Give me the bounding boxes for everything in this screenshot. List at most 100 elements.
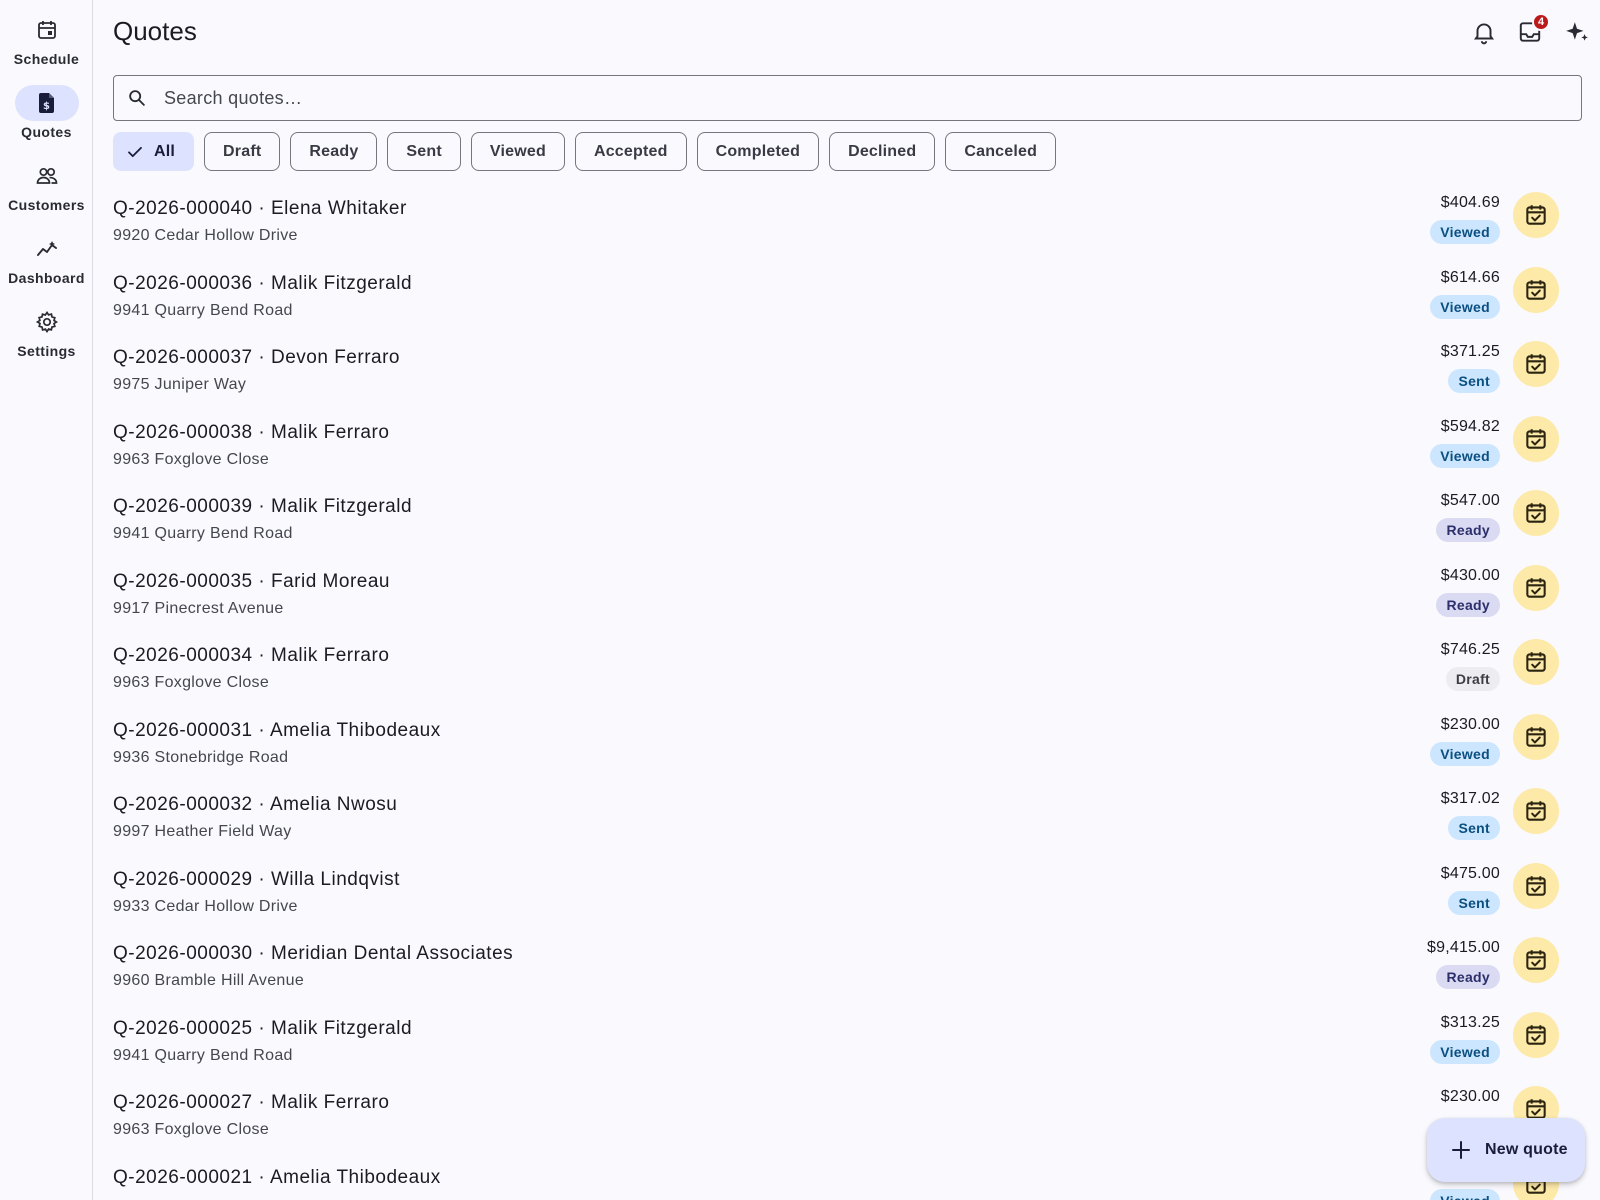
quote-amount: $230.00 [1440,715,1500,733]
calendar-check-icon [1526,950,1546,970]
quote-title: Q-2026-000040 · Elena Whitaker [113,198,407,219]
quote-row[interactable]: Q-2026-000027 · Malik Ferraro 9963 Foxglo… [113,1084,1573,1159]
nav-item-customers[interactable]: Customers [0,152,93,218]
quote-amount: $746.25 [1440,641,1500,658]
quote-row[interactable]: Q-2026-000034 · Malik Ferraro 9963 Foxglo… [113,637,1573,712]
quote-address: 9933 Cedar Hollow Drive [113,897,298,915]
schedule-quote-button[interactable] [1513,937,1559,983]
plus-icon [1452,1141,1470,1159]
calendar-check-icon [1526,428,1546,449]
quote-title: Q-2026-000034 · Malik Ferraro [113,645,390,666]
nav-item-settings[interactable]: Settings [0,298,93,364]
filter-chip-label: Sent [406,142,442,160]
nav-label-customers: Customers [8,197,85,213]
status-badge: Sent [1448,816,1500,840]
status-badge: Viewed [1430,294,1500,319]
filter-chip-all[interactable]: All [113,132,195,171]
quote-address: 9917 Pinecrest Avenue [113,599,284,617]
schedule-quote-button[interactable] [1513,490,1559,536]
quote-address: 9963 Foxglove Close [113,674,270,691]
calendar-check-icon [1526,875,1546,896]
schedule-quote-button[interactable] [1513,192,1559,238]
svg-text:$: $ [43,101,50,112]
status-badge: Viewed [1430,741,1500,766]
filter-chip-completed[interactable]: Completed [696,132,820,171]
filter-chip-canceled[interactable]: Canceled [945,132,1057,171]
search-input[interactable] [164,87,1544,109]
gear-icon [15,304,79,340]
nav-item-schedule[interactable]: Schedule [0,6,93,72]
calendar-check-icon [1526,801,1546,821]
filter-chip-ready[interactable]: Ready [290,132,378,171]
quote-amount: $594.82 [1440,417,1500,435]
quote-row[interactable]: Q-2026-000031 · Amelia Thibodeaux 9936 St… [113,712,1573,787]
status-badge: Sent [1448,890,1500,915]
status-badge: Ready [1436,518,1500,542]
nav-item-dashboard[interactable]: Dashboard [0,225,93,291]
quote-row[interactable]: Q-2026-000029 · Willa Lindqvist 9933 Ceda… [113,861,1573,936]
quote-amount: $475.00 [1440,864,1500,882]
schedule-quote-button[interactable] [1513,639,1559,685]
quote-row[interactable]: Q-2026-000035 · Farid Moreau 9917 Pinecre… [113,563,1573,638]
schedule-quote-button[interactable] [1513,1011,1559,1058]
quote-row[interactable]: Q-2026-000038 · Malik Ferraro 9963 Foxglo… [113,414,1573,489]
filter-chip-sent[interactable]: Sent [387,132,461,171]
nav-label-schedule: Schedule [13,51,80,67]
calendar-icon [15,12,79,48]
calendar-check-icon [1526,205,1546,225]
new-quote-button[interactable]: New quote [1427,1118,1585,1182]
quote-title: Q-2026-000035 · Farid Moreau [113,570,390,592]
status-badge: Viewed [1430,1188,1500,1200]
check-icon [128,146,142,157]
quote-amount: $9,415.00 [1427,939,1500,956]
quote-row[interactable]: Q-2026-000021 · Amelia Thibodeaux Viewed [113,1159,1573,1200]
nav-item-quotes[interactable]: $ Quotes [0,79,93,145]
quote-row[interactable]: Q-2026-000032 · Amelia Nwosu 9997 Heather… [113,786,1573,861]
bell-icon[interactable] [1468,16,1500,48]
quote-row[interactable]: Q-2026-000040 · Elena Whitaker 9920 Cedar… [113,190,1573,265]
quote-amount: $371.25 [1440,343,1500,360]
schedule-quote-button[interactable] [1513,341,1559,387]
schedule-quote-button[interactable] [1513,266,1559,313]
quote-title: Q-2026-000038 · Malik Ferraro [113,421,390,443]
quote-row[interactable]: Q-2026-000036 · Malik Fitzgerald 9941 Qua… [113,265,1573,340]
quote-address: 9936 Stonebridge Road [113,748,289,766]
quote-doc-icon: $ [14,85,79,121]
quote-amount: $547.00 [1440,492,1500,509]
filter-chip-draft[interactable]: Draft [204,132,281,171]
filter-chip-declined[interactable]: Declined [829,132,936,171]
schedule-quote-button[interactable] [1513,862,1559,909]
status-badge: Ready [1436,592,1500,617]
quote-row[interactable]: Q-2026-000039 · Malik Fitzgerald 9941 Qua… [113,488,1573,563]
quote-amount: $430.00 [1440,566,1500,584]
calendar-check-icon [1526,1024,1546,1045]
quote-row[interactable]: Q-2026-000030 · Meridian Dental Associat… [113,935,1573,1010]
quote-row[interactable]: Q-2026-000025 · Malik Fitzgerald 9941 Qua… [113,1010,1573,1085]
calendar-check-icon [1526,503,1546,523]
status-badge: Viewed [1430,443,1500,468]
filter-chip-label: Viewed [489,142,546,160]
quote-address: 9941 Quarry Bend Road [113,1046,293,1064]
calendar-check-icon [1526,577,1546,598]
quote-list: Q-2026-000040 · Elena Whitaker 9920 Cedar… [113,190,1573,1200]
quote-title: Q-2026-000029 · Willa Lindqvist [113,868,400,890]
quote-row[interactable]: Q-2026-000037 · Devon Ferraro 9975 Junipe… [113,339,1573,414]
schedule-quote-button[interactable] [1513,415,1559,462]
schedule-quote-button[interactable] [1513,788,1559,834]
people-icon [15,158,79,194]
filter-chip-viewed[interactable]: Viewed [470,132,565,171]
filter-chip-accepted[interactable]: Accepted [574,132,687,171]
calendar-check-icon [1526,354,1546,374]
quote-title: Q-2026-000037 · Devon Ferraro [113,347,400,368]
calendar-check-icon [1526,279,1546,300]
quote-title: Q-2026-000031 · Amelia Thibodeaux [113,719,441,741]
quote-address: 9997 Heather Field Way [113,823,292,840]
schedule-quote-button[interactable] [1513,564,1559,611]
inbox-button[interactable]: 4 [1514,13,1550,48]
quote-title: Q-2026-000036 · Malik Fitzgerald [113,272,413,294]
sparkle-icon[interactable] [1561,16,1593,48]
schedule-quote-button[interactable] [1513,713,1559,760]
filter-chip-label: Canceled [964,142,1038,160]
calendar-check-icon [1526,652,1546,672]
inbox-badge: 4 [1532,13,1550,31]
